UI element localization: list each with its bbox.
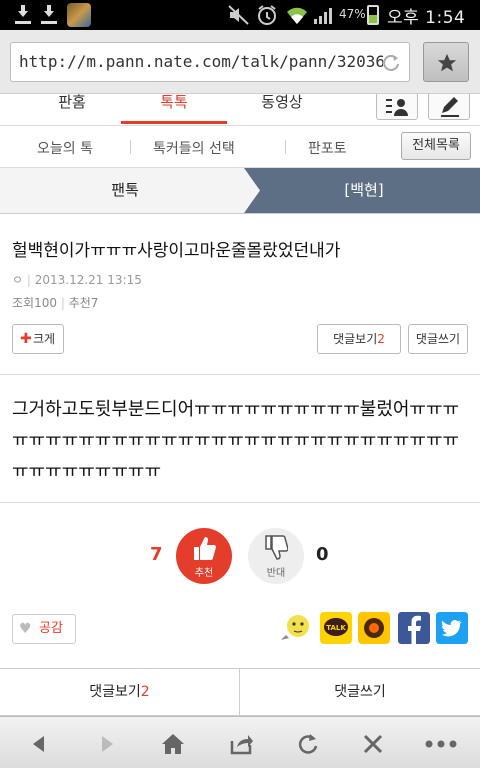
browser-url-area: http://m.pann.nate.com/talk/pann/32036 bbox=[0, 30, 480, 94]
url-field[interactable]: http://m.pann.nate.com/talk/pann/32036 bbox=[10, 42, 410, 82]
recommend-button[interactable]: 추천 bbox=[176, 528, 232, 584]
download-icon bbox=[40, 5, 58, 25]
main-nav: 판홈 톡톡 동영상 bbox=[0, 94, 480, 126]
more-icon[interactable] bbox=[424, 731, 458, 757]
thumbs-up-icon bbox=[194, 537, 216, 560]
bookmark-button[interactable] bbox=[423, 42, 469, 82]
nav-item-video[interactable]: 동영상 bbox=[250, 94, 314, 124]
divider bbox=[0, 374, 480, 375]
thumbs-down-icon bbox=[265, 535, 288, 560]
battery-percentage: 47% bbox=[339, 7, 366, 21]
divider bbox=[285, 140, 286, 154]
wifi-icon bbox=[287, 7, 307, 24]
oppose-vote-count: 0 bbox=[316, 544, 329, 565]
breadcrumb: 팬톡 [백현] bbox=[0, 168, 480, 214]
comment-bar: 댓글보기2 댓글쓰기 bbox=[0, 668, 480, 716]
star-icon bbox=[437, 53, 457, 72]
comment-count: 2 bbox=[377, 332, 385, 346]
zoom-text-button[interactable]: ✚ 크게 bbox=[12, 324, 64, 354]
subnav-item-today-talk[interactable]: 오늘의 톡 bbox=[37, 138, 93, 158]
svg-text:TALK: TALK bbox=[326, 624, 346, 632]
my-profile-icon bbox=[386, 99, 408, 116]
battery-icon bbox=[367, 5, 379, 25]
post-meta-stats: 조회100 | 추천7 bbox=[12, 294, 98, 311]
share-icon[interactable] bbox=[228, 731, 254, 757]
recommend-count: 7 bbox=[90, 296, 99, 310]
empathy-label: 공감 bbox=[39, 621, 63, 636]
mute-icon bbox=[228, 5, 249, 25]
status-bar: 47% 오후 1:54 bbox=[0, 0, 480, 30]
signal-icon bbox=[314, 8, 332, 24]
author-name[interactable]: ㅇ bbox=[12, 273, 23, 287]
divider bbox=[130, 140, 131, 154]
write-comment-button[interactable]: 댓글쓰기 bbox=[408, 324, 468, 354]
my-profile-button[interactable] bbox=[376, 94, 418, 120]
thinking-emoticon-icon[interactable] bbox=[278, 612, 310, 644]
full-list-button[interactable]: 전체목록 bbox=[401, 132, 471, 160]
bottom-view-comments-button[interactable]: 댓글보기2 bbox=[0, 669, 239, 715]
subnav-item-talker-choice[interactable]: 톡커들의 선택 bbox=[153, 138, 235, 158]
home-icon[interactable] bbox=[160, 731, 186, 757]
recommend-label: 추천 bbox=[194, 568, 214, 579]
facebook-icon[interactable] bbox=[398, 612, 430, 644]
views-count: 100 bbox=[34, 296, 57, 310]
post-body: 그거하고도뒷부분드디어ㅠㅠㅠㅠㅠㅠㅠㅠㅠㅠ불렀어ㅠㅠㅠㅠㅠㅠㅠㅠㅠㅠㅠㅠㅠㅠㅠㅠ… bbox=[12, 399, 460, 482]
back-icon[interactable] bbox=[26, 731, 52, 757]
reload-icon[interactable] bbox=[381, 53, 401, 73]
oppose-label: 반대 bbox=[266, 568, 286, 579]
kakaotalk-icon[interactable]: TALK bbox=[320, 612, 352, 644]
post-title: 헐백현이가ㅠㅠㅠ사랑이고마운줄몰랐었던내가 bbox=[12, 241, 341, 261]
plus-icon: ✚ bbox=[20, 331, 32, 347]
close-icon[interactable] bbox=[360, 731, 386, 757]
divider: | bbox=[60, 296, 69, 310]
divider bbox=[0, 502, 480, 503]
breadcrumb-arrow bbox=[244, 168, 268, 213]
bottom-view-comments-label: 댓글보기 bbox=[89, 684, 141, 700]
oppose-button[interactable]: 반대 bbox=[248, 528, 304, 584]
forward-icon[interactable] bbox=[94, 731, 120, 757]
alarm-icon bbox=[258, 5, 276, 25]
bottom-comment-count: 2 bbox=[140, 684, 150, 700]
view-comments-button[interactable]: 댓글보기2 bbox=[317, 324, 401, 354]
divider: | bbox=[26, 273, 35, 287]
bottom-write-comment-button[interactable]: 댓글쓰기 bbox=[240, 669, 480, 715]
post-date: 2013.12.21 13:15 bbox=[34, 273, 142, 287]
twitter-icon[interactable] bbox=[436, 612, 468, 644]
url-text[interactable]: http://m.pann.nate.com/talk/pann/32036 bbox=[19, 52, 383, 71]
breadcrumb-current[interactable]: [백현] bbox=[248, 168, 480, 213]
kakaostory-icon[interactable] bbox=[358, 612, 390, 644]
views-label: 조회 bbox=[12, 296, 35, 310]
zoom-label: 크게 bbox=[33, 332, 56, 346]
post-meta-author-date: ㅇ | 2013.12.21 13:15 bbox=[12, 271, 142, 288]
nav-item-talktalk[interactable]: 톡톡 bbox=[121, 94, 227, 124]
heart-icon: ♥ bbox=[19, 621, 32, 637]
write-icon bbox=[441, 97, 459, 117]
recommend-label: 추천 bbox=[68, 296, 91, 310]
breadcrumb-parent[interactable]: 팬톡 bbox=[0, 168, 250, 213]
subnav-item-pann-photo[interactable]: 판포토 bbox=[308, 138, 347, 158]
clock: 오후 1:54 bbox=[387, 8, 466, 28]
write-button[interactable] bbox=[428, 94, 470, 120]
browser-toolbar bbox=[0, 716, 480, 768]
download-icon bbox=[14, 5, 32, 25]
refresh-icon[interactable] bbox=[294, 731, 320, 757]
view-comments-label: 댓글보기 bbox=[333, 332, 378, 346]
recommend-vote-count: 7 bbox=[150, 544, 163, 565]
empathy-button[interactable]: ♥ 공감 bbox=[12, 614, 76, 644]
sub-nav: 오늘의 톡 톡커들의 선택 판포토 전체목록 bbox=[0, 126, 480, 168]
app-icon bbox=[67, 3, 91, 27]
nav-item-pannhome[interactable]: 판홈 bbox=[44, 94, 100, 124]
